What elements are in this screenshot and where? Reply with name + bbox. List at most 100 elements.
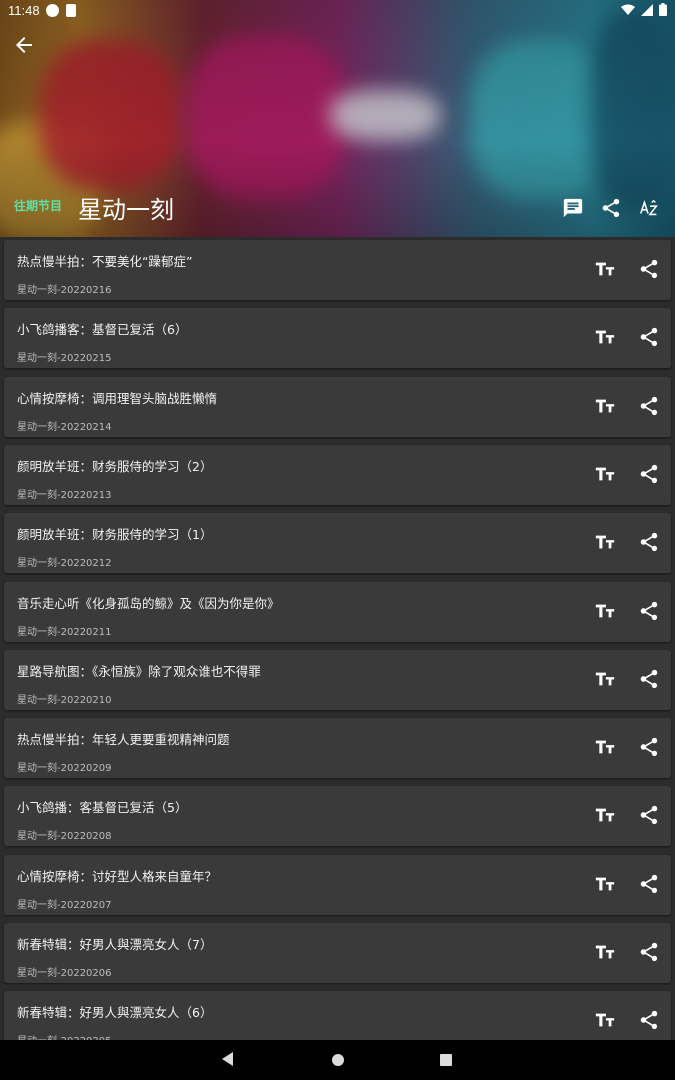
episode-date: 星动一刻-20220215 <box>17 353 112 365</box>
episode-list: 热点慢半拍：不要美化“躁郁症” 星动一刻-20220216 小飞鸽播客：基督已复活（… <box>0 237 675 1040</box>
text-size-button[interactable] <box>594 395 616 417</box>
status-icons <box>621 3 667 16</box>
episode-title: 星路导航图：《永恒族》除了观众谁也不得罪 <box>17 663 261 679</box>
episode-card[interactable]: 星路导航图：《永恒族》除了观众谁也不得罪星动一刻-20220210 <box>4 649 671 710</box>
text-size-button[interactable] <box>594 941 616 963</box>
text-size-icon <box>594 262 616 284</box>
battery-icon <box>659 3 667 16</box>
text-size-button[interactable] <box>594 1009 616 1031</box>
text-size-button[interactable] <box>594 463 616 485</box>
episode-share-button[interactable] <box>638 804 660 826</box>
comment-button[interactable] <box>561 196 585 220</box>
text-size-button[interactable] <box>594 326 616 348</box>
episode-title: 小飞鸽播客：基督已复活（6） <box>17 322 188 338</box>
sort-button[interactable] <box>637 196 661 220</box>
screen: 11:48 往期节目 星动一刻 热点慢半拍：不要美化“躁郁症” 星动一刻-202… <box>0 0 675 1080</box>
navigation-bar <box>0 1040 675 1080</box>
episode-card[interactable]: 热点慢半拍：不要美化“躁郁症” 星动一刻-20220216 <box>4 240 671 300</box>
share-icon <box>638 259 660 284</box>
share-icon <box>638 1011 660 1035</box>
nav-recents-button[interactable] <box>440 1054 452 1066</box>
episode-share-button[interactable] <box>638 326 660 348</box>
share-icon <box>638 669 660 694</box>
text-size-button[interactable] <box>594 531 616 553</box>
text-size-button[interactable] <box>594 258 616 280</box>
episode-date: 星动一刻-20220205 <box>17 1032 112 1040</box>
text-size-button[interactable] <box>594 736 616 758</box>
comment-icon <box>563 198 583 218</box>
text-size-icon <box>594 945 616 967</box>
share-icon <box>638 533 660 557</box>
episode-date: 星动一刻-20220214 <box>17 421 112 433</box>
nav-back-button[interactable] <box>222 1052 233 1066</box>
sd-card-icon <box>66 4 76 17</box>
text-size-icon <box>594 740 616 762</box>
header-actions <box>561 196 661 220</box>
episode-share-button[interactable] <box>638 873 660 895</box>
share-icon <box>602 198 620 218</box>
share-icon <box>638 601 660 626</box>
episode-title: 心情按摩椅：讨好型人格来自童年？ <box>17 868 218 884</box>
episode-title: 颜明放羊班：财务服侍的学习（2） <box>17 458 213 474</box>
episode-share-button[interactable] <box>638 1009 660 1031</box>
episode-date: 星动一刻-20220211 <box>17 626 112 638</box>
episode-share-button[interactable] <box>638 531 660 553</box>
episode-card[interactable]: 热点慢半拍：年轻人更要重视精神问题星动一刻-20220209 <box>4 718 671 779</box>
episode-card[interactable]: 小飞鸽播客：基督已复活（6） 星动一刻-20220215 <box>4 308 671 369</box>
episode-card[interactable]: 心情按摩椅：调用理智头脑战胜懒惰 星动一刻-20220214 <box>4 376 671 437</box>
episode-share-button[interactable] <box>638 395 660 417</box>
text-size-button[interactable] <box>594 668 616 690</box>
episode-date: 星动一刻-20220208 <box>17 831 112 843</box>
episode-card[interactable]: 新春特辑：好男人與漂亮女人（6） 星动一刻-20220205 <box>4 991 671 1040</box>
episode-date: 星动一刻-20220210 <box>17 694 112 706</box>
text-size-icon <box>594 535 616 557</box>
episode-date: 星动一刻-20220216 <box>17 285 112 296</box>
text-size-button[interactable] <box>594 873 616 895</box>
text-size-button[interactable] <box>594 804 616 826</box>
share-icon <box>638 464 660 489</box>
episode-date: 星动一刻-20220213 <box>17 489 112 501</box>
share-button[interactable] <box>599 196 623 220</box>
episode-share-button[interactable] <box>638 736 660 758</box>
episode-share-button[interactable] <box>638 941 660 963</box>
header-banner: 11:48 往期节目 星动一刻 <box>0 0 675 237</box>
episode-share-button[interactable] <box>638 600 660 622</box>
notification-icon <box>46 4 59 17</box>
episode-card[interactable]: 颜明放羊班：财务服侍的学习（1） 星动一刻-20220212 <box>4 513 671 574</box>
episode-title: 新春特辑：好男人與漂亮女人（6） <box>17 1005 213 1021</box>
nav-home-button[interactable] <box>332 1054 344 1066</box>
episode-card[interactable]: 心情按摩椅：讨好型人格来自童年？ 星动一刻-20220207 <box>4 854 671 915</box>
share-icon <box>638 328 660 352</box>
episode-share-button[interactable] <box>638 668 660 690</box>
episode-title: 热点慢半拍：不要美化“躁郁症” <box>17 254 193 269</box>
sort-az-icon <box>640 199 658 216</box>
back-button[interactable] <box>12 33 36 57</box>
episode-share-button[interactable] <box>638 463 660 485</box>
episode-title: 小飞鸽播：客基督已复活（5） <box>17 800 188 816</box>
share-icon <box>638 874 660 899</box>
text-size-icon <box>594 330 616 352</box>
status-time: 11:48 <box>8 3 40 18</box>
text-size-icon <box>594 877 616 899</box>
page-title: 星动一刻 <box>78 196 174 224</box>
episode-date: 星动一刻-20220209 <box>17 763 112 775</box>
episode-card[interactable]: 小飞鸽播：客基督已复活（5） 星动一刻-20220208 <box>4 786 671 847</box>
text-size-icon <box>594 604 616 626</box>
episode-card[interactable]: 音乐走心听《化身孤岛的鲸》及《因为你是你》星动一刻-20220211 <box>4 581 671 642</box>
text-size-icon <box>594 808 616 830</box>
status-bar: 11:48 <box>0 0 675 22</box>
signal-icon <box>641 3 653 16</box>
share-icon <box>638 942 660 967</box>
episode-title: 颜明放羊班：财务服侍的学习（1） <box>17 527 213 543</box>
wifi-icon <box>621 4 635 15</box>
episode-card[interactable]: 颜明放羊班：财务服侍的学习（2） 星动一刻-20220213 <box>4 444 671 505</box>
episode-title: 热点慢半拍：年轻人更要重视精神问题 <box>17 732 230 748</box>
share-icon <box>638 396 660 421</box>
episode-date: 星动一刻-20220212 <box>17 558 112 570</box>
text-size-button[interactable] <box>594 600 616 622</box>
episode-title: 音乐走心听《化身孤岛的鲸》及《因为你是你》 <box>17 595 280 611</box>
episode-share-button[interactable] <box>638 258 660 280</box>
episode-card[interactable]: 新春特辑：好男人與漂亮女人（7） 星动一刻-20220206 <box>4 923 671 983</box>
episode-title: 新春特辑：好男人與漂亮女人（7） <box>17 937 213 952</box>
section-label: 往期节目 <box>14 199 63 213</box>
